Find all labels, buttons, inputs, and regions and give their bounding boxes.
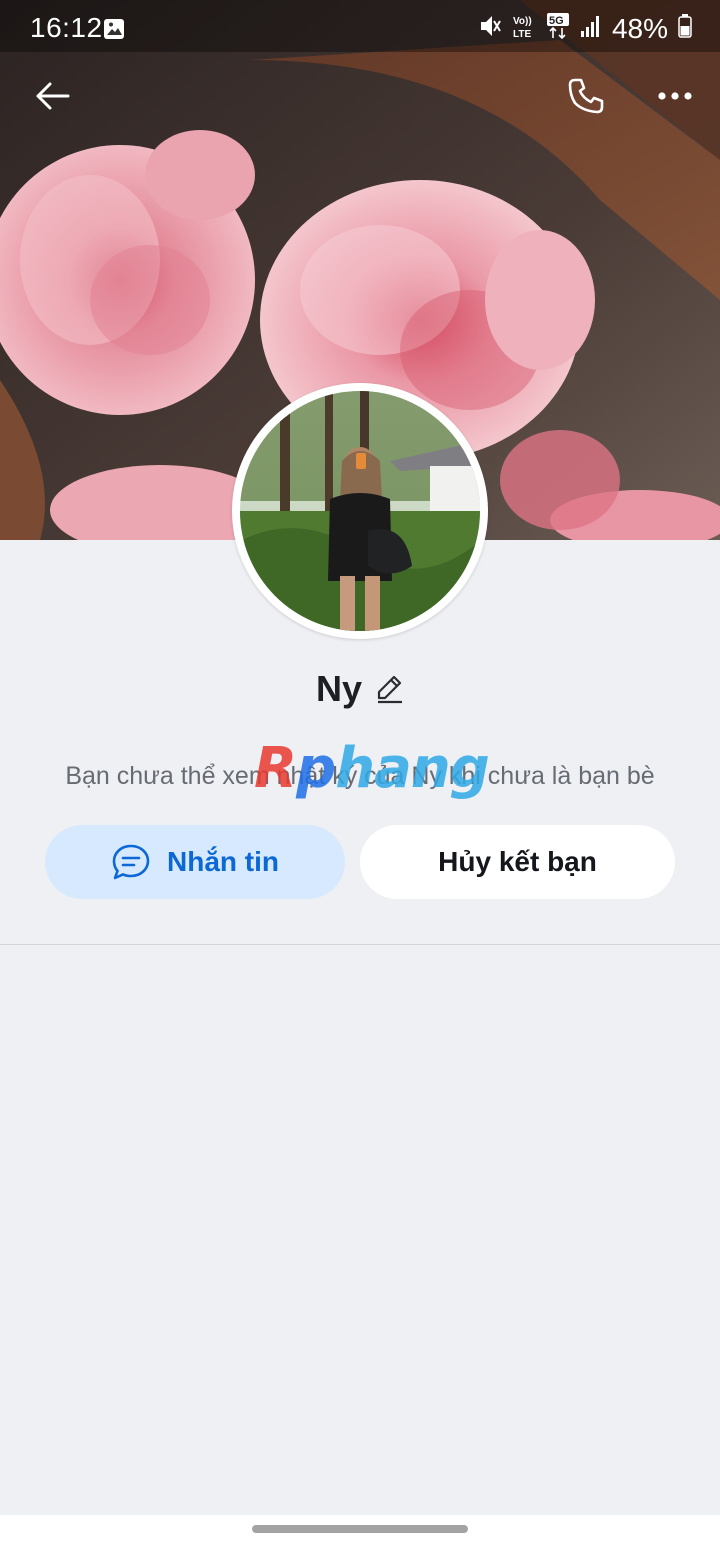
edit-name-button[interactable]: [376, 674, 404, 704]
status-time: 16:12: [30, 12, 103, 43]
pencil-icon: [377, 675, 403, 704]
mute-icon: [478, 13, 502, 44]
divider: [0, 944, 720, 945]
back-button[interactable]: [22, 66, 82, 126]
home-indicator[interactable]: [252, 1525, 468, 1533]
more-options-button[interactable]: [645, 66, 705, 126]
gallery-icon: [103, 18, 125, 45]
message-button[interactable]: Nhắn tin: [45, 825, 345, 899]
phone-icon: [568, 78, 604, 114]
unfriend-button[interactable]: Hủy kết bạn: [360, 825, 675, 899]
volte-icon: Vo)) LTE: [512, 13, 536, 44]
svg-text:5G: 5G: [549, 15, 564, 27]
profile-name: Ny: [315, 668, 363, 709]
status-bar: 16:12 Vo)) LTE 5G 48%: [0, 0, 720, 60]
unfriend-button-label: Hủy kết bạn: [438, 846, 597, 877]
5g-icon: 5G: [546, 12, 570, 45]
status-icons: Vo)) LTE 5G 48%: [478, 12, 692, 45]
back-arrow-icon: [36, 82, 70, 110]
chat-bubble-icon: [112, 844, 150, 880]
more-options-icon: [658, 92, 692, 100]
diary-restriction-notice: Bạn chưa thể xem nhật ký của Ny khi chưa…: [65, 762, 655, 790]
svg-text:Vo)): Vo)): [513, 16, 532, 27]
profile-name-row: Ny: [0, 668, 720, 710]
message-button-label: Nhắn tin: [167, 846, 279, 877]
signal-icon: [580, 14, 602, 43]
avatar-image: [240, 391, 480, 631]
svg-text:LTE: LTE: [513, 29, 531, 39]
call-button[interactable]: [556, 66, 616, 126]
battery-percent: 48%: [611, 12, 668, 44]
navigation-bar: [0, 1515, 720, 1544]
avatar[interactable]: [232, 383, 488, 639]
battery-icon: [678, 14, 692, 43]
